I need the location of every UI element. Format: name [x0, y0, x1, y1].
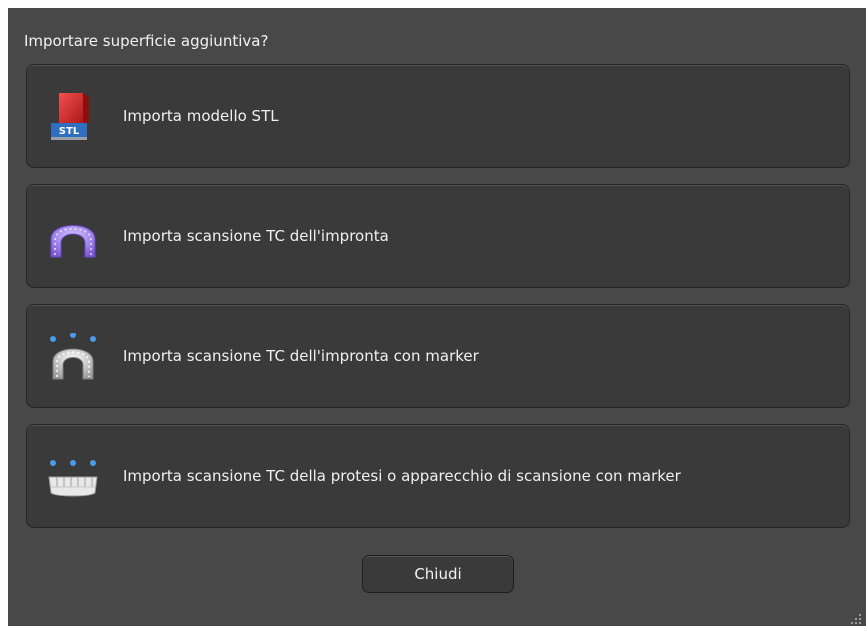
import-prosthesis-marker-button[interactable]: Importa scansione TC della protesi o app…	[26, 424, 850, 528]
import-surface-dialog: Importare superficie aggiuntiva? STL Imp…	[8, 8, 866, 626]
stl-model-icon: STL	[45, 93, 103, 141]
prosthesis-marker-icon	[45, 453, 103, 501]
impression-scan-icon	[45, 213, 103, 261]
close-button[interactable]: Chiudi	[362, 555, 514, 593]
import-impression-marker-button[interactable]: Importa scansione TC dell'impronta con m…	[26, 304, 850, 408]
import-stl-label: Importa modello STL	[123, 107, 279, 125]
import-impression-scan-label: Importa scansione TC dell'impronta	[123, 227, 389, 245]
import-impression-scan-button[interactable]: Importa scansione TC dell'impronta	[26, 184, 850, 288]
stl-icon-text: STL	[59, 126, 80, 137]
import-impression-marker-label: Importa scansione TC dell'impronta con m…	[123, 347, 479, 365]
import-prosthesis-marker-label: Importa scansione TC della protesi o app…	[123, 467, 681, 485]
dialog-prompt: Importare superficie aggiuntiva?	[24, 32, 269, 50]
impression-marker-icon	[45, 333, 103, 381]
resize-grip-icon[interactable]	[850, 610, 862, 624]
import-stl-button[interactable]: STL Importa modello STL	[26, 64, 850, 168]
